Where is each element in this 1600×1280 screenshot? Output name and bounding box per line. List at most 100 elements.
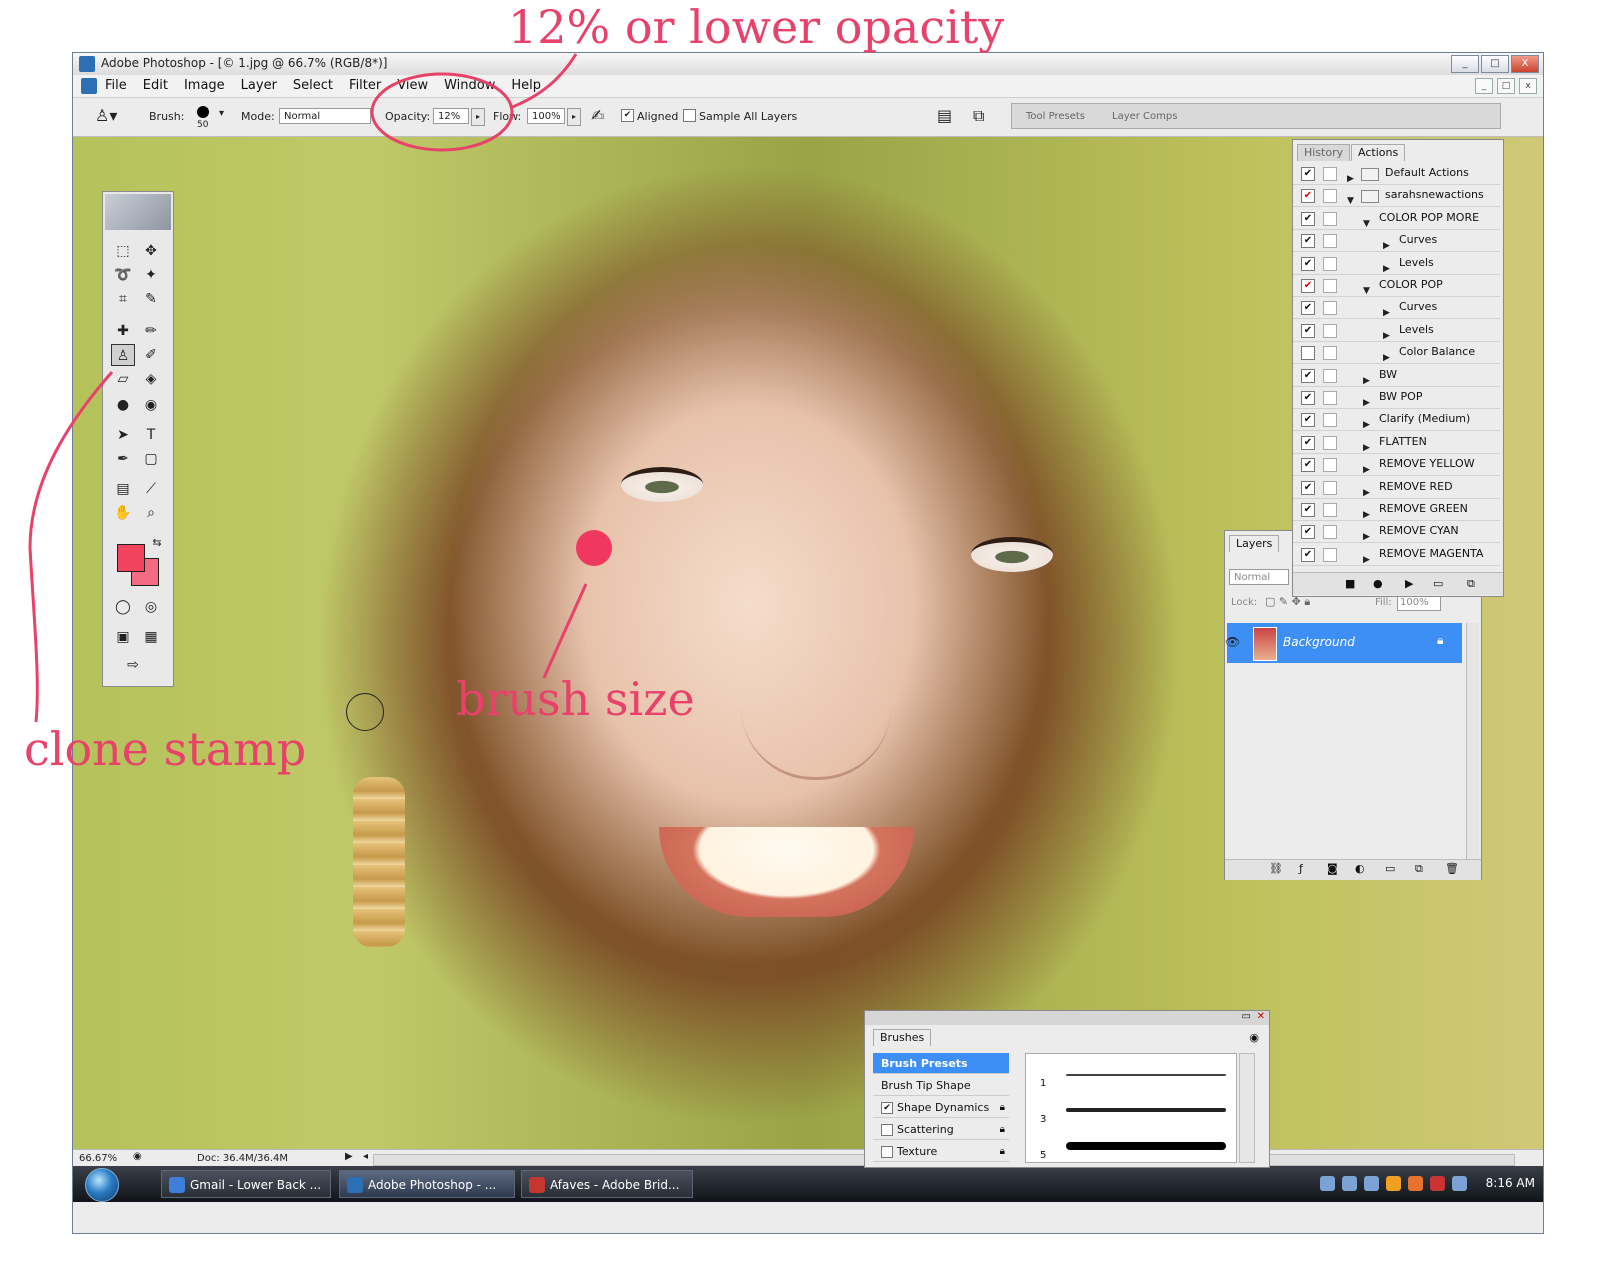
opacity-slider-button[interactable]: ▸	[471, 108, 485, 126]
dialog-toggle-checkbox[interactable]	[1323, 211, 1337, 226]
tool-presets-tab[interactable]: Tool Presets	[1026, 111, 1085, 122]
action-row[interactable]: ✔ ▶ Levels	[1293, 252, 1500, 275]
dodge-tool-icon[interactable]: ◉	[139, 394, 163, 416]
close-button[interactable]: X	[1511, 55, 1539, 73]
clone-stamp-preset-icon[interactable]: ♙▾	[95, 106, 117, 125]
airbrush-icon[interactable]: ✍	[591, 106, 604, 125]
action-row[interactable]: ✔ ▶ BW POP	[1293, 386, 1500, 409]
doc-restore-button[interactable]: □	[1497, 78, 1515, 94]
action-row[interactable]: ✔ ▶ Default Actions	[1293, 162, 1500, 185]
brush-tool-icon[interactable]: ✏	[139, 320, 163, 342]
minimize-button[interactable]: _	[1451, 55, 1479, 73]
brushes-close-icon[interactable]: ✕	[1257, 1011, 1265, 1022]
dialog-toggle-checkbox[interactable]	[1323, 547, 1337, 562]
lock-icons[interactable]: ▢ ✎ ✥ 🔒︎	[1265, 595, 1310, 609]
type-tool-icon[interactable]: T	[139, 424, 163, 446]
dialog-toggle-checkbox[interactable]	[1323, 323, 1337, 338]
action-toggle-checkbox[interactable]: ✔	[1301, 189, 1315, 204]
clock[interactable]: 8:16 AM	[1486, 1176, 1535, 1190]
dialog-toggle-checkbox[interactable]	[1323, 458, 1337, 473]
menu-select[interactable]: Select	[293, 78, 333, 93]
brush-setting-item[interactable]: 🔒︎ Texture	[873, 1141, 1009, 1162]
actions-tab[interactable]: Actions	[1351, 144, 1406, 161]
action-row[interactable]: ✔ ▶ Levels	[1293, 319, 1500, 342]
swap-colors-icon[interactable]: ⇆	[145, 532, 169, 554]
action-toggle-checkbox[interactable]: ✔	[1301, 167, 1315, 181]
play-icon[interactable]: ▶	[1405, 577, 1413, 590]
blend-mode-select[interactable]: Normal	[1229, 569, 1289, 585]
dialog-toggle-checkbox[interactable]	[1323, 234, 1337, 249]
action-row[interactable]: ✔ ▼ COLOR POP	[1293, 274, 1500, 297]
brushes-minimize-icon[interactable]: ▭	[1242, 1011, 1251, 1022]
new-set-icon[interactable]: ▭	[1433, 577, 1443, 590]
link-layers-icon[interactable]: ⛓	[1269, 862, 1283, 875]
lock-icon[interactable]: 🔒︎	[1000, 1097, 1005, 1118]
stroke-preview-5[interactable]	[1066, 1142, 1226, 1150]
dialog-toggle-checkbox[interactable]	[1323, 435, 1337, 450]
brush-setting-checkbox[interactable]	[881, 1124, 893, 1136]
layers-scrollbar[interactable]	[1466, 623, 1479, 859]
pen-tool-icon[interactable]: ✒	[111, 448, 135, 470]
dialog-toggle-checkbox[interactable]	[1323, 256, 1337, 271]
action-toggle-checkbox[interactable]: ✔	[1301, 211, 1315, 226]
dialog-toggle-checkbox[interactable]	[1323, 346, 1337, 361]
move-tool-icon[interactable]: ✥	[139, 240, 163, 262]
brush-setting-item[interactable]: 🔒︎ Scattering	[873, 1119, 1009, 1140]
action-toggle-checkbox[interactable]: ✔	[1301, 413, 1315, 428]
dialog-toggle-checkbox[interactable]	[1323, 391, 1337, 405]
menu-image[interactable]: Image	[184, 78, 225, 93]
action-toggle-checkbox[interactable]: ✔	[1301, 391, 1315, 405]
layer-mask-icon[interactable]: ◙	[1327, 862, 1338, 875]
dialog-toggle-checkbox[interactable]	[1323, 480, 1337, 495]
dialog-toggle-checkbox[interactable]	[1323, 413, 1337, 428]
layer-style-icon[interactable]: ƒ	[1299, 862, 1303, 875]
dialog-toggle-checkbox[interactable]	[1323, 167, 1337, 181]
brush-setting-item[interactable]: Brush Tip Shape	[873, 1075, 1009, 1096]
collapsed-triangle-icon[interactable]: ▶	[1363, 549, 1370, 571]
brush-setting-checkbox[interactable]	[881, 1146, 893, 1158]
network-icon[interactable]	[1320, 1176, 1335, 1191]
action-toggle-checkbox[interactable]: ✔	[1301, 525, 1315, 540]
layer-comps-tab[interactable]: Layer Comps	[1112, 111, 1177, 122]
stop-icon[interactable]: ■	[1345, 577, 1355, 590]
bridge-icon[interactable]: ⧉	[973, 106, 984, 126]
blur-tool-icon[interactable]: ●	[111, 394, 135, 416]
scroll-left-arrow[interactable]: ◂	[363, 1151, 368, 1162]
clone-stamp-tool-icon[interactable]: ♙	[111, 344, 135, 366]
menu-help[interactable]: Help	[511, 78, 541, 93]
delete-layer-icon[interactable]: 🗑︎	[1445, 862, 1459, 875]
sample-all-layers-checkbox[interactable]	[683, 109, 696, 122]
layer-toggle-icon[interactable]: ▤	[937, 106, 952, 125]
eye-icon[interactable]: 👁︎	[1225, 635, 1240, 649]
standard-mode-icon[interactable]: ◎	[139, 596, 163, 618]
shape-tool-icon[interactable]: ▢	[139, 448, 163, 470]
crop-tool-icon[interactable]: ⌗	[111, 288, 135, 310]
menu-filter[interactable]: Filter	[349, 78, 381, 93]
action-toggle-checkbox[interactable]: ✔	[1301, 458, 1315, 473]
dialog-toggle-checkbox[interactable]	[1323, 525, 1337, 540]
brush-setting-item[interactable]: ✔ 🔒︎ Shape Dynamics	[873, 1097, 1009, 1118]
status-icon[interactable]: ◉	[133, 1151, 142, 1162]
stroke-preview-1[interactable]	[1066, 1074, 1226, 1076]
status-menu-arrow[interactable]: ▶	[345, 1151, 353, 1162]
opacity-field[interactable]: 12%	[433, 108, 469, 124]
action-toggle-checkbox[interactable]: ✔	[1301, 256, 1315, 271]
taskbar-item-bridge[interactable]: Afaves - Adobe Brid...	[521, 1170, 693, 1198]
menu-window[interactable]: Window	[444, 78, 495, 93]
jump-to-imageready-icon[interactable]: ⇨	[121, 654, 145, 676]
action-toggle-checkbox[interactable]: ✔	[1301, 368, 1315, 383]
action-row[interactable]: ✔ ▶ Clarify (Medium)	[1293, 408, 1500, 432]
brush-setting-item[interactable]: Brush Presets	[873, 1053, 1009, 1074]
layers-tab[interactable]: Layers	[1229, 535, 1280, 552]
zoom-level[interactable]: 66.67%	[79, 1153, 117, 1164]
lasso-tool-icon[interactable]: ➰	[111, 264, 135, 286]
action-toggle-checkbox[interactable]: ✔	[1301, 301, 1315, 316]
new-layer-icon[interactable]: ⧉	[1415, 862, 1423, 876]
action-row[interactable]: ✔ ▶ Curves	[1293, 229, 1500, 253]
eraser-tool-icon[interactable]: ▱	[111, 368, 135, 390]
dialog-toggle-checkbox[interactable]	[1323, 503, 1337, 517]
menu-edit[interactable]: Edit	[143, 78, 168, 93]
dialog-toggle-checkbox[interactable]	[1323, 368, 1337, 383]
action-toggle-checkbox[interactable]: ✔	[1301, 435, 1315, 450]
history-tab[interactable]: History	[1297, 144, 1351, 161]
